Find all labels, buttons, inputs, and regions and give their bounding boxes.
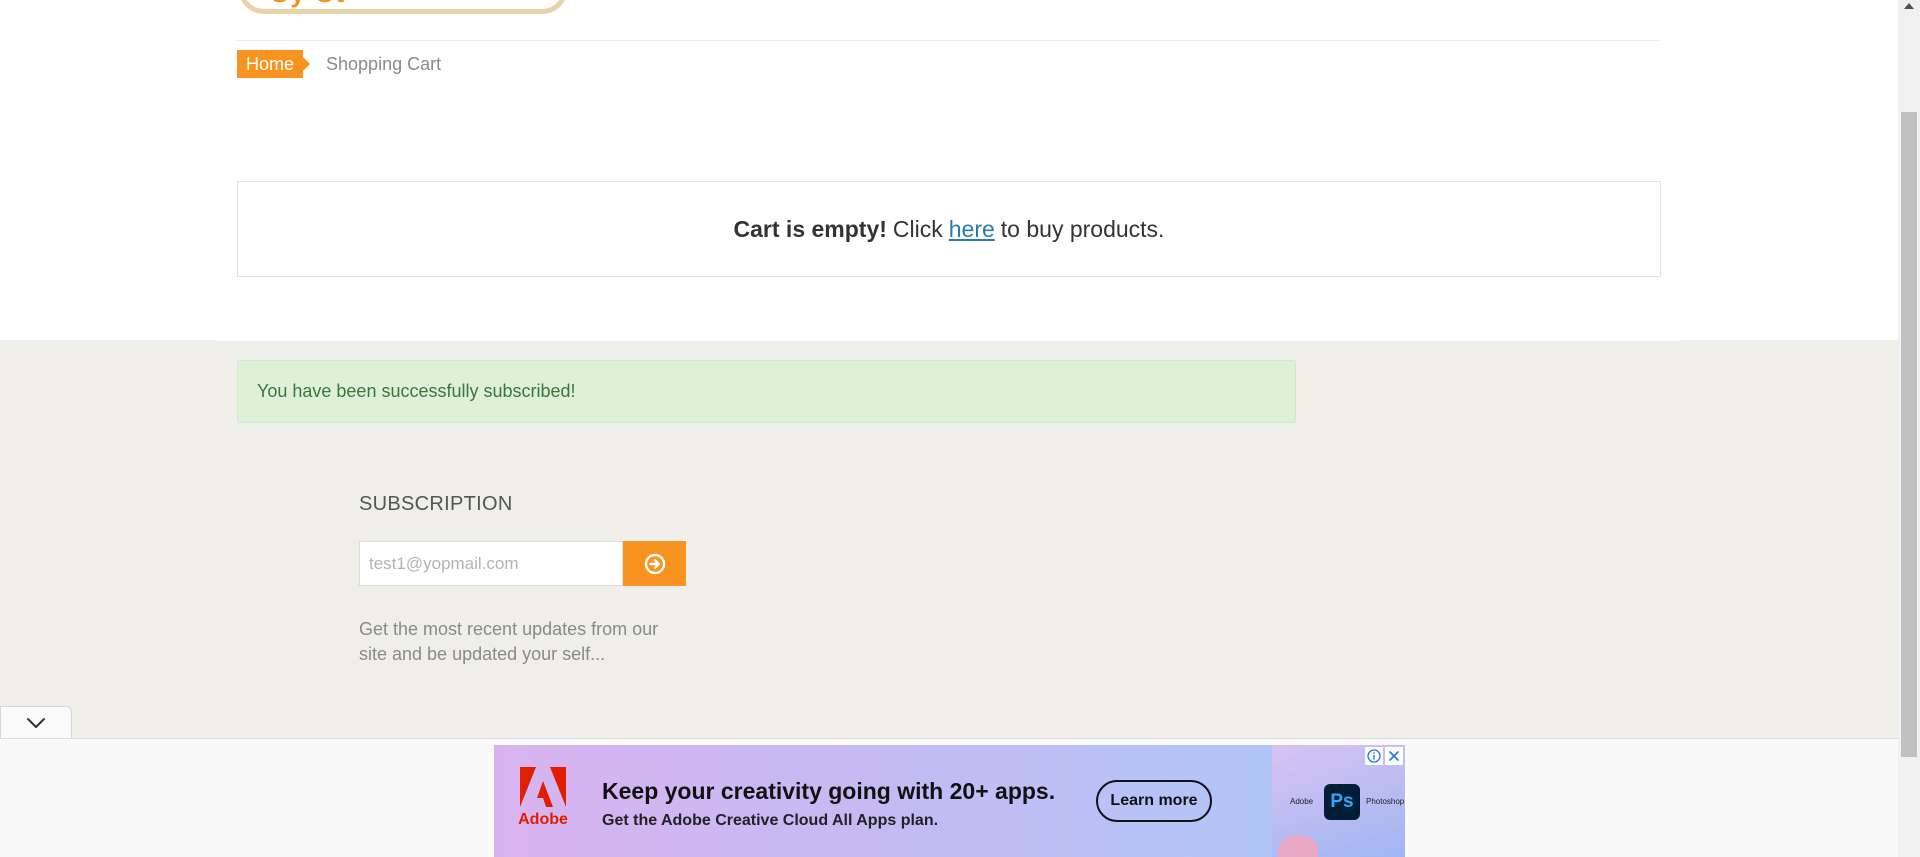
info-icon[interactable]: [1365, 747, 1383, 765]
scrollbar-thumb[interactable]: [1901, 112, 1917, 757]
adobe-logo-text: Adobe: [518, 811, 568, 828]
page-scrollbar[interactable]: [1898, 0, 1920, 857]
breadcrumb-home-link[interactable]: Home: [237, 50, 311, 78]
adobe-logo: Adobe: [518, 767, 568, 829]
breadcrumb: Home Shopping Cart: [237, 50, 441, 78]
bottom-ad-bar: Adobe Keep your creativity going with 20…: [0, 738, 1898, 857]
subscription-success-alert: You have been successfully subscribed!: [237, 360, 1296, 423]
photoshop-icon: Ps: [1324, 784, 1360, 820]
ad-learn-more-button[interactable]: Learn more: [1096, 780, 1212, 822]
subscription-description: Get the most recent updates from our sit…: [359, 619, 659, 664]
ad-headline: Keep your creativity going with 20+ apps…: [602, 778, 1056, 804]
empty-cart-message: Cart is empty! Click here to buy product…: [237, 181, 1661, 277]
subscribe-button[interactable]: [623, 541, 686, 586]
ad-person-image: [1278, 835, 1318, 857]
footer-top-edge: [216, 340, 1681, 341]
breadcrumb-current: Shopping Cart: [326, 53, 442, 74]
close-icon[interactable]: [1385, 747, 1403, 765]
cart-empty-label: Cart is empty!: [733, 215, 887, 242]
ad-tile-left-label: Adobe: [1290, 797, 1314, 806]
ad-banner[interactable]: Adobe Keep your creativity going with 20…: [494, 745, 1405, 857]
site-logo[interactable]: Sy St: [238, 0, 568, 14]
scroll-up-arrow-icon[interactable]: [1904, 3, 1914, 9]
subscription-heading: SUBSCRIPTION: [359, 493, 513, 515]
ad-tile-right-label: Photoshop: [1366, 797, 1405, 806]
ad-subline: Get the Adobe Creative Cloud All Apps pl…: [602, 812, 939, 829]
chevron-down-icon: [26, 717, 46, 729]
footer: You have been successfully subscribed! S…: [0, 340, 1898, 740]
cart-tail-text: to buy products.: [1000, 215, 1165, 242]
logo-text: Sy St: [271, 0, 346, 9]
cart-click-text: Click: [892, 215, 943, 242]
adobe-logo-icon: [520, 767, 566, 807]
photoshop-tile-text: Ps: [1330, 791, 1354, 812]
buy-products-link[interactable]: here: [949, 216, 995, 243]
circle-arrow-right-icon: [644, 553, 666, 575]
header-divider: [237, 40, 1661, 41]
subscription-email-input[interactable]: [359, 541, 623, 586]
ad-collapse-toggle[interactable]: [0, 706, 72, 738]
